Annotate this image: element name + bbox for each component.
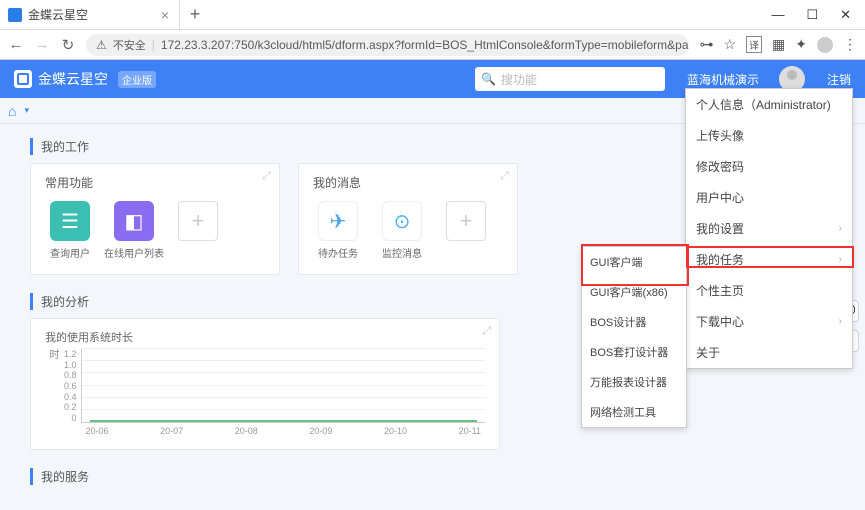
chevron-right-icon: › [839,223,842,234]
favicon-icon [8,8,22,22]
tile-label: 待办任务 [318,245,358,260]
highlight-box [686,246,854,268]
tile-todo[interactable]: ✈ 待办任务 [313,201,363,260]
chart-plot: 20-0620-0720-0820-0920-1020-11 [81,349,485,423]
url-text: 172.23.3.207:750/k3cloud/html5/dform.asp… [161,38,690,52]
y-ticks: 1.21.00.80.60.40.20 [64,349,77,435]
forward-icon[interactable]: → [34,36,50,53]
home-icon[interactable]: ⌂ [8,103,16,119]
tile-query-user[interactable]: ☰ 查询用户 [45,201,95,260]
new-tab-button[interactable]: + [180,0,210,29]
address-bar[interactable]: ⚠ 不安全 | 172.23.3.207:750/k3cloud/html5/d… [86,34,689,56]
dl-bos-print-designer[interactable]: BOS套打设计器 [582,337,686,367]
apps-icon[interactable]: ▦ [772,36,785,53]
app-logo[interactable]: 金蝶云星空 企业版 [14,69,156,89]
puzzle-icon[interactable]: ✦ [795,36,807,53]
expand-icon[interactable]: ⤢ [262,170,271,183]
back-icon[interactable]: ← [8,36,24,53]
menu-personal-home[interactable]: 个性主页 [686,275,852,306]
logout-link[interactable]: 注销 [827,71,851,88]
tile-label: 监控消息 [382,245,422,260]
maximize-icon[interactable]: ☐ [806,7,818,23]
insecure-label: 不安全 [113,37,146,53]
more-icon[interactable]: ⋮ [843,36,857,53]
logo-text: 金蝶云星空 [38,69,108,89]
star-icon[interactable]: ☆ [723,36,736,53]
browser-tab[interactable]: 金蝶云星空 × [0,0,180,29]
close-tab-icon[interactable]: × [161,7,169,23]
user-menu: 个人信息（Administrator) 上传头像 修改密码 用户中心 我的设置›… [685,88,853,369]
org-link[interactable]: 蓝海机械演示 [687,71,759,88]
menu-change-password[interactable]: 修改密码 [686,151,852,182]
card-my-messages: ⤢ 我的消息 ✈ 待办任务 ⊙ 监控消息 + [298,163,518,275]
menu-about[interactable]: 关于 [686,337,852,368]
search-icon: 🔍 [481,72,496,86]
card-usage-chart: ⤢ 我的使用系统时长 时 1.21.00.80.60.40.20 20-0620… [30,318,500,450]
x-ticks: 20-0620-0720-0820-0920-1020-11 [82,426,485,436]
chart-series-line [90,420,477,422]
tile-online-users[interactable]: ◧ 在线用户列表 [109,201,159,260]
add-tile-button[interactable]: + [173,201,223,241]
menu-user-center[interactable]: 用户中心 [686,182,852,213]
plane-icon: ✈ [318,201,358,241]
tile-monitor[interactable]: ⊙ 监控消息 [377,201,427,260]
logo-icon [14,70,32,88]
highlight-box [581,244,689,286]
close-window-icon[interactable]: ✕ [840,7,851,23]
card-common-functions: ⤢ 常用功能 ☰ 查询用户 ◧ 在线用户列表 + [30,163,280,275]
search-input[interactable]: 🔍 搜功能 [475,67,665,91]
tile-label: 查询用户 [50,245,90,260]
add-tile-button[interactable]: + [441,201,491,241]
menu-download-center[interactable]: 下载中心› [686,306,852,337]
dl-bos-designer[interactable]: BOS设计器 [582,307,686,337]
chevron-right-icon: › [839,316,842,327]
pulse-icon: ⊙ [382,201,422,241]
tile-icon: ◧ [114,201,154,241]
insecure-icon: ⚠ [96,38,107,52]
expand-icon[interactable]: ⤢ [500,170,509,183]
menu-upload-avatar[interactable]: 上传头像 [686,120,852,151]
y-axis-label: 时 [45,349,60,435]
search-placeholder: 搜功能 [501,71,537,88]
profile-icon[interactable] [817,37,833,53]
edition-badge: 企业版 [118,71,156,88]
section-my-service: 我的服务 [30,468,835,485]
dl-network-tool[interactable]: 网络检测工具 [582,397,686,427]
menu-my-settings[interactable]: 我的设置› [686,213,852,244]
tab-title: 金蝶云星空 [28,6,88,23]
card-title: 常用功能 [45,174,265,191]
minimize-icon[interactable]: — [771,7,784,22]
chevron-down-icon[interactable]: ▾ [24,105,29,116]
tile-label: 在线用户列表 [104,245,164,260]
dl-report-designer[interactable]: 万能报表设计器 [582,367,686,397]
card-title: 我的消息 [313,174,503,191]
menu-profile[interactable]: 个人信息（Administrator) [686,89,852,120]
reload-icon[interactable]: ↻ [60,36,76,54]
translate-icon[interactable]: 译 [746,36,762,53]
tile-icon: ☰ [50,201,90,241]
expand-icon[interactable]: ⤢ [482,325,491,338]
key-icon[interactable]: ⊶ [699,36,713,53]
chart-title: 我的使用系统时长 [45,329,485,345]
